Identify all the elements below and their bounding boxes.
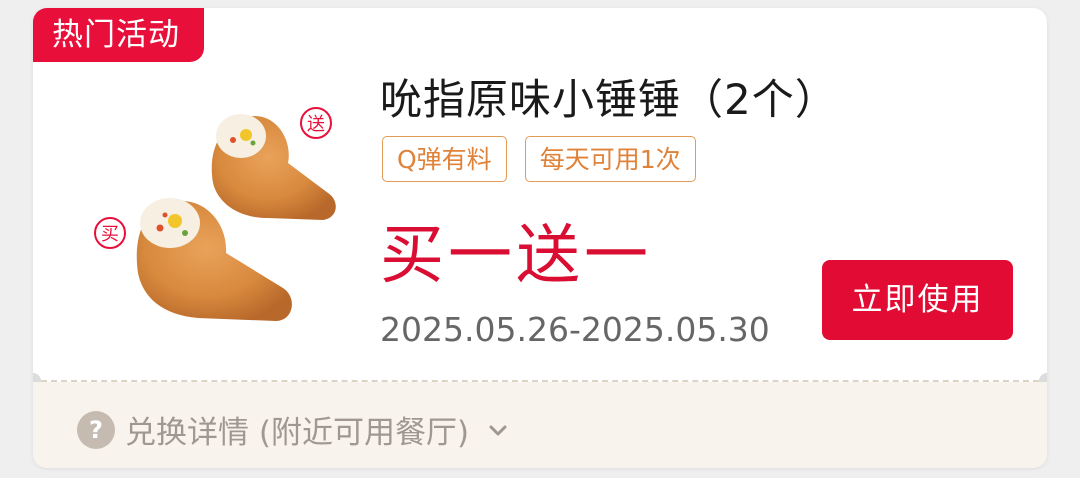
question-icon: ?	[77, 410, 115, 449]
feature-tag: 每天可用1次	[524, 136, 696, 182]
details-bar: ? 兑换详情 (附近可用餐厅)	[33, 382, 1047, 468]
buy-badge: 买	[94, 217, 126, 249]
feature-tag: Q弹有料	[382, 136, 507, 182]
validity-period: 2025.05.26-2025.05.30	[380, 310, 770, 349]
details-label: 兑换详情 (附近可用餐厅)	[125, 415, 470, 451]
redemption-details-toggle[interactable]: ? 兑换详情 (附近可用餐厅)	[77, 407, 511, 452]
product-image: 送 买	[94, 107, 336, 321]
promo-text: 买一送一	[380, 219, 652, 293]
feature-tags: Q弹有料 每天可用1次	[382, 136, 696, 182]
chevron-down-icon[interactable]	[485, 417, 511, 443]
coupon-card[interactable]: 热门活动 送 买 吮指原味小锤锤（2个） Q弹有料 每天可用1次 买一送一 20…	[33, 8, 1047, 468]
gift-badge: 送	[300, 107, 332, 139]
use-now-button[interactable]: 立即使用	[822, 260, 1013, 340]
product-title: 吮指原味小锤锤（2个）	[380, 75, 838, 124]
svg-text:送: 送	[307, 114, 325, 135]
hot-activity-tag: 热门活动	[33, 8, 204, 62]
svg-text:买: 买	[101, 224, 119, 245]
